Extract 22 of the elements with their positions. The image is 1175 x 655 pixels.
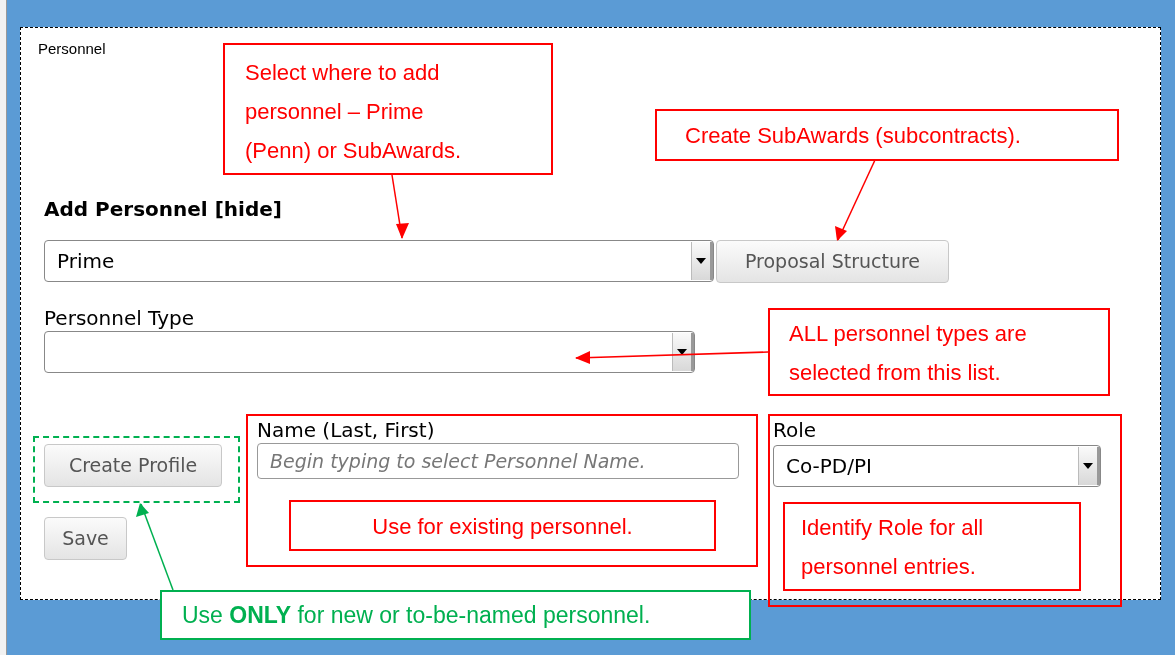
save-button[interactable]: Save: [44, 516, 127, 560]
caret-icon: [672, 332, 694, 371]
field-label: Role: [773, 416, 818, 443]
callout-note: Create SubAwards (subcontracts).: [655, 109, 1119, 161]
callout-note: Identify Role for all personnel entries.: [783, 502, 1081, 591]
name-field[interactable]: Begin typing to select Personnel Name.: [257, 442, 739, 479]
callout-note: ALL personnel types are selected from this list.: [768, 308, 1110, 396]
caret-icon: [1078, 446, 1100, 485]
proposal-structure-button[interactable]: Proposal Structure: [716, 239, 949, 283]
arrow: [391, 174, 409, 239]
section-heading: Add Personnel [hide]: [44, 195, 283, 223]
callout-note: Use for existing personnel.: [289, 500, 716, 551]
callout-note: Select where to add personnel – Prime (Penn) or SubAwards.: [223, 43, 553, 175]
caret-icon: [691, 241, 713, 280]
location-dropdown[interactable]: Prime: [44, 239, 714, 282]
callout-note: Use ONLY for new or to-be-named personnel.: [160, 590, 751, 640]
role-dropdown[interactable]: Co-PD/PI: [773, 444, 1101, 487]
create-profile-button[interactable]: Create Profile: [44, 443, 222, 487]
panel-title: Personnel: [38, 39, 107, 59]
personnel-type-dropdown[interactable]: [44, 330, 695, 373]
field-label: Personnel Type: [44, 304, 196, 331]
field-label: Name (Last, First): [257, 416, 436, 443]
